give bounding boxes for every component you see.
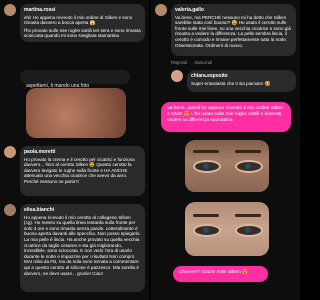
- comment-author[interactable]: valeria.gallo: [175, 7, 204, 13]
- comment-bubble: paola.moretti Ho provato la crema e il c…: [20, 146, 145, 196]
- reply-link[interactable]: Rispondi: [171, 60, 187, 65]
- skin-photo[interactable]: ♡: [26, 88, 126, 138]
- comment-author[interactable]: martina.rossi: [24, 7, 55, 13]
- comment-author[interactable]: elisa.bianchi: [24, 207, 54, 213]
- eyebrow: [235, 214, 261, 217]
- comment-bubble: chiara.esposito Super entusiasta che ti …: [187, 70, 296, 92]
- avatar[interactable]: [155, 4, 167, 16]
- reply-card: aspettami, ti mando una foto: [20, 70, 130, 89]
- pink-message-bubble: Cheeee?! Grazie mille Silken 😍: [173, 266, 268, 282]
- comment-text: Va bene, ma PERCHÉ nessuno mi ha detto c…: [175, 14, 291, 48]
- comment-text: Super entusiasta che ti sia piaciuto! 🥰: [191, 80, 271, 86]
- comment-actions: Rispondi Nascondi: [171, 60, 218, 65]
- hide-link[interactable]: Nascondi: [194, 60, 211, 65]
- eyebrow: [193, 214, 219, 217]
- avatar[interactable]: [4, 204, 16, 216]
- pink-message-text: Cheeee?! Grazie mille Silken 😍: [179, 270, 249, 275]
- right-panel: valeria.gallo Va bene, ma PERCHÉ nessuno…: [151, 0, 300, 300]
- comment-valeria: valeria.gallo Va bene, ma PERCHÉ nessuno…: [155, 4, 296, 64]
- pink-message-bubble: Va bene, quindi ho appena ricevuto il mi…: [161, 102, 291, 132]
- comment-text: Ho provato la crema e il cerotto per cic…: [24, 156, 135, 184]
- avatar[interactable]: [4, 4, 16, 16]
- eyebrow: [235, 150, 261, 153]
- left-panel: martina.rossi ehi! Ho appena ricevuto il…: [0, 0, 149, 300]
- eye: [235, 160, 263, 173]
- comment-paola: paola.moretti Ho provato la crema e il c…: [4, 146, 145, 206]
- comment-elisa: elisa.bianchi Ho appena ricevuto il mio …: [4, 204, 145, 300]
- comment-bubble: martina.rossi ehi! Ho appena ricevuto il…: [20, 4, 145, 42]
- before-photo[interactable]: [185, 140, 269, 192]
- eyebrow: [193, 150, 219, 153]
- comment-text-2: l'ho provato sulle mie rughe sottili ier…: [24, 27, 141, 39]
- avatar[interactable]: [4, 146, 16, 158]
- eye: [235, 224, 263, 237]
- eye: [193, 160, 221, 173]
- comment-author[interactable]: chiara.esposito: [191, 73, 228, 79]
- comment-text: Ho appena ricevuto il mio cerotto al col…: [24, 214, 141, 276]
- comment-martina: martina.rossi ehi! Ho appena ricevuto il…: [4, 4, 145, 64]
- comment-text: ehi! Ho appena ricevuto il mio ordine di…: [24, 14, 133, 26]
- skin-image: [26, 88, 126, 138]
- comment-chiara: chiara.esposito Super entusiasta che ti …: [155, 70, 296, 94]
- pink-message-text: Va bene, quindi ho appena ricevuto il mi…: [167, 106, 284, 123]
- comment-author[interactable]: paola.moretti: [24, 149, 55, 155]
- comment-bubble: valeria.gallo Va bene, ma PERCHÉ nessuno…: [171, 4, 296, 56]
- eye: [193, 224, 221, 237]
- avatar[interactable]: [171, 70, 183, 82]
- after-photo[interactable]: [185, 202, 269, 256]
- comment-bubble: elisa.bianchi Ho appena ricevuto il mio …: [20, 204, 145, 292]
